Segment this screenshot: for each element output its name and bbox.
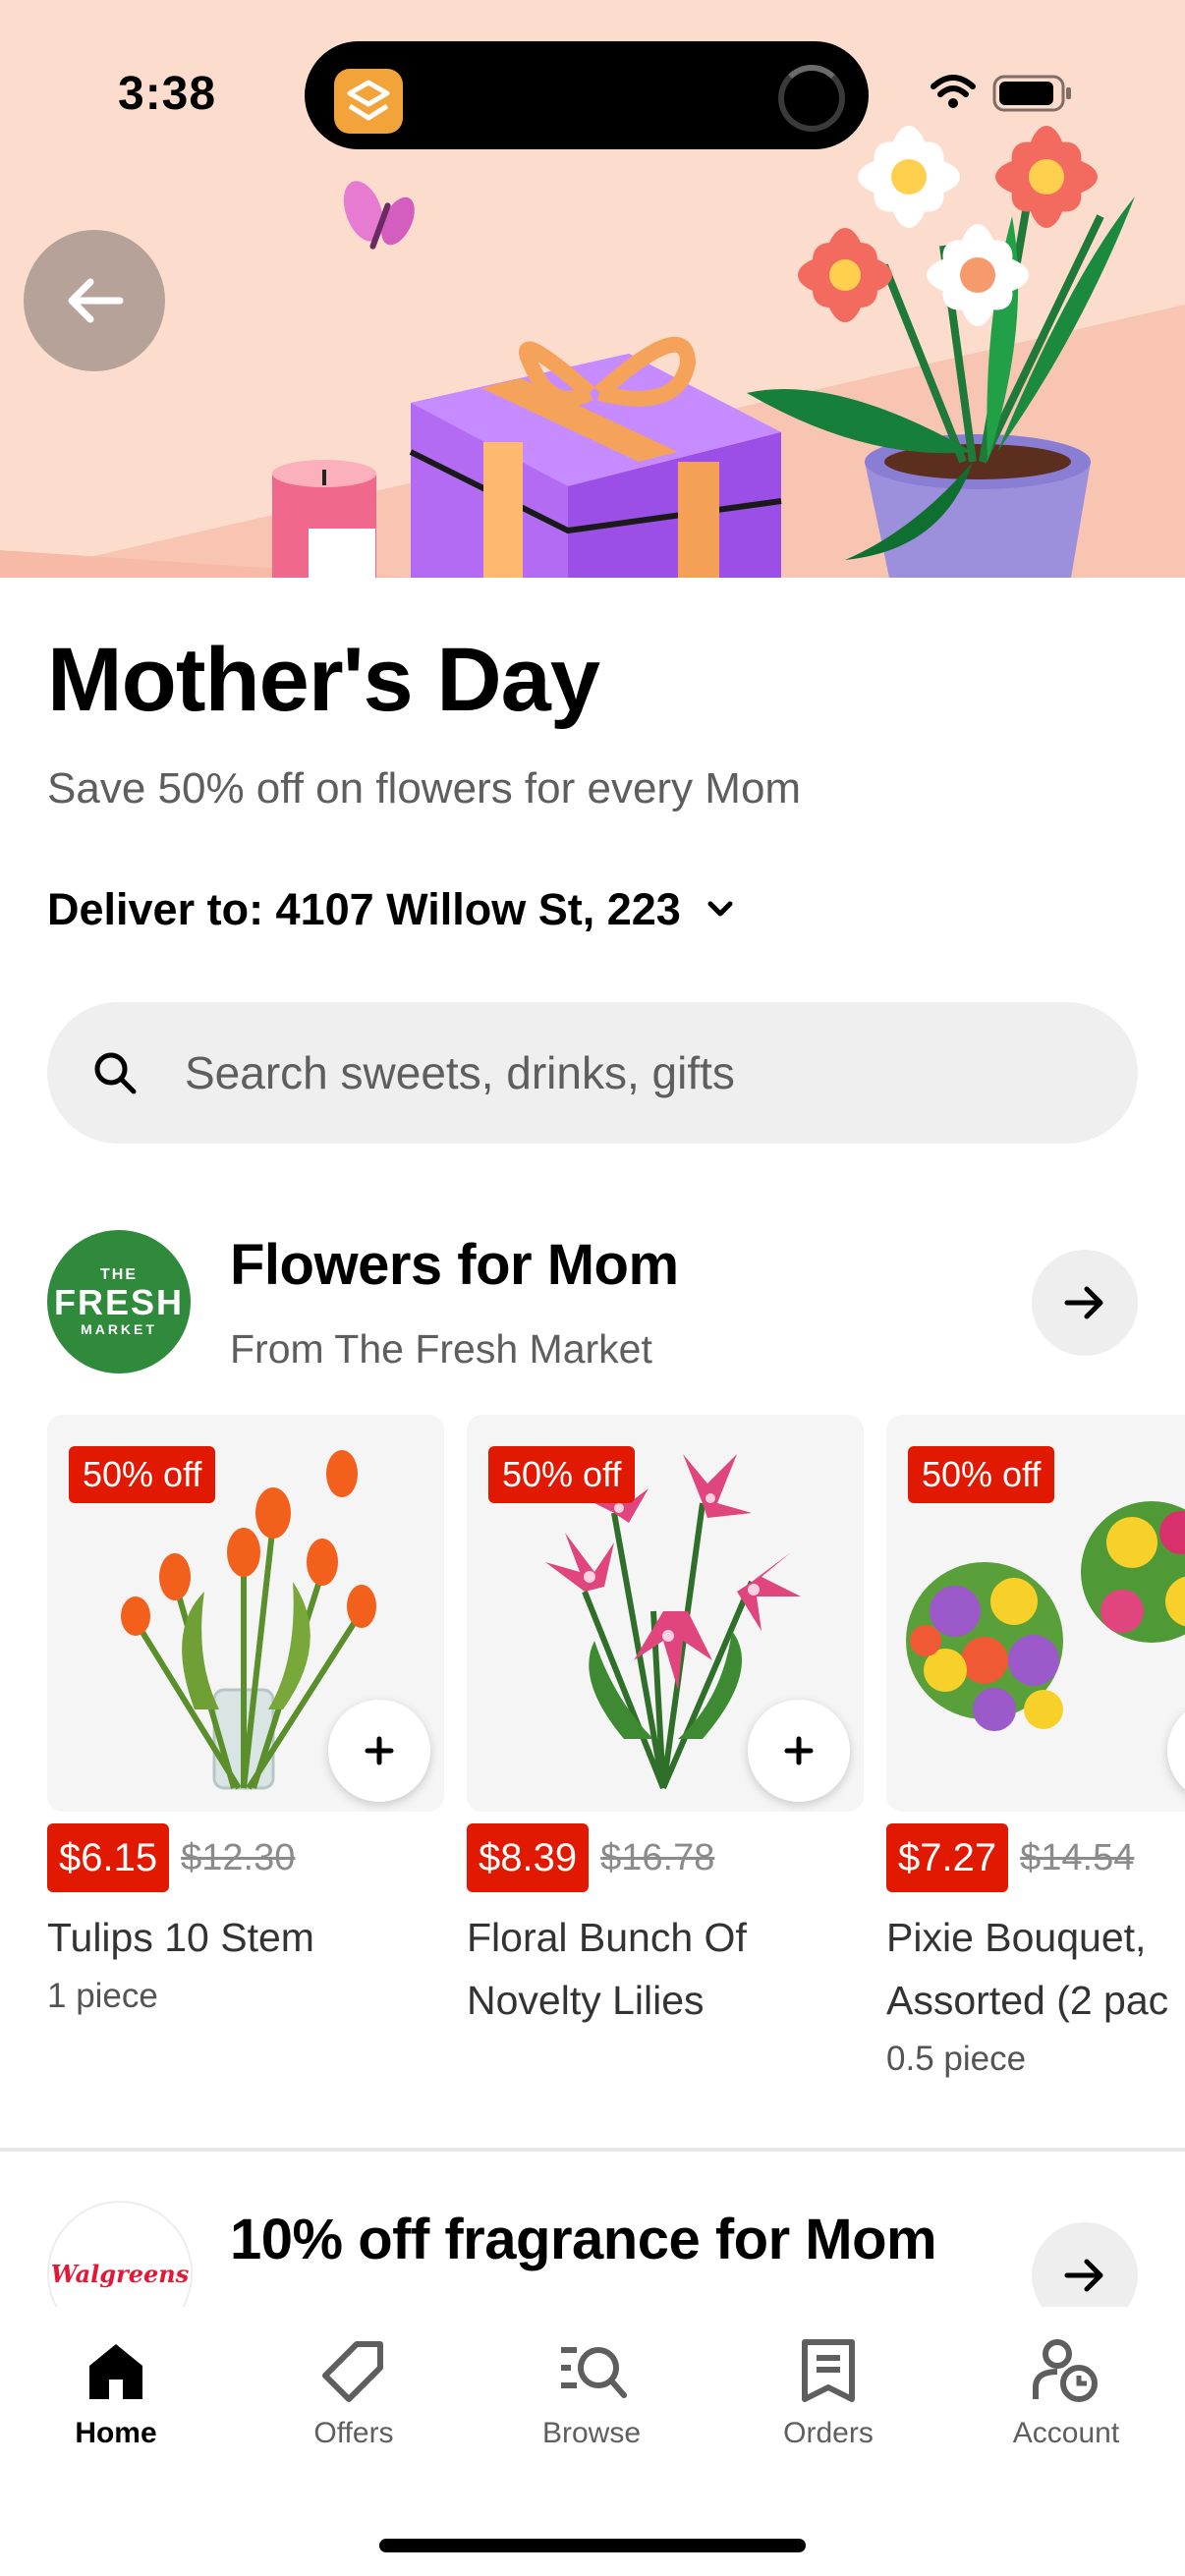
tab-label: Offers — [313, 2417, 394, 2449]
product-quantity: 0.5 piece — [886, 2040, 1027, 2078]
discount-badge: 50% off — [908, 1446, 1055, 1503]
product-card[interactable]: 50% off $7.27 $14.54 Pixie Bouquet, Asso… — [886, 1415, 1185, 2079]
fresh-market-logo[interactable]: THE FRESH MARKET — [47, 1230, 191, 1373]
product-card[interactable]: 50% off $8.39 $16.78 Floral Bunch Of Nov… — [467, 1415, 864, 2032]
chevron-down-icon — [706, 900, 734, 920]
section-divider — [0, 2148, 1185, 2152]
price-row: $7.27 $14.54 — [886, 1823, 1185, 1892]
mothers-day-illustration — [272, 126, 1135, 578]
logo-text-fresh: FRESH — [53, 1282, 184, 1322]
account-icon — [1032, 2328, 1100, 2413]
tab-label: Browse — [541, 2417, 642, 2449]
discount-badge: 50% off — [69, 1446, 216, 1503]
discount-badge: 50% off — [488, 1446, 636, 1503]
browse-icon — [555, 2328, 628, 2413]
tab-account[interactable]: Account — [968, 2328, 1164, 2450]
product-name: Tulips 10 Stem — [47, 1906, 444, 1969]
price-row: $6.15 $12.30 — [47, 1823, 444, 1892]
see-all-flowers-button[interactable] — [1032, 1250, 1138, 1356]
tab-offers[interactable]: Offers — [255, 2328, 452, 2450]
product-name: Pixie Bouquet, Assorted (2 pac — [886, 1906, 1185, 2032]
walgreens-logo-text: Walgreens — [50, 2259, 190, 2288]
original-price: $16.78 — [600, 1836, 715, 1878]
arrow-right-icon — [1064, 2259, 1103, 2292]
hero-banner: 3:38 — [0, 0, 1185, 578]
sale-price: $6.15 — [47, 1823, 170, 1892]
product-name-line1: Tulips 10 Stem — [47, 1915, 314, 1960]
product-image[interactable]: 50% off — [467, 1415, 864, 1812]
product-name-line2: Novelty Lilies — [467, 1978, 705, 2023]
gift-box-icon — [409, 336, 782, 578]
tab-label: Orders — [783, 2417, 874, 2449]
product-image[interactable]: 50% off — [47, 1415, 444, 1812]
section-subtitle: From The Fresh Market — [230, 1326, 652, 1372]
receipt-icon — [799, 2328, 858, 2413]
search-input[interactable]: Search sweets, drinks, gifts — [47, 1002, 1138, 1144]
arrow-left-icon — [68, 278, 124, 323]
product-image[interactable]: 50% off — [886, 1415, 1185, 1812]
product-name: Floral Bunch Of Novelty Lilies — [467, 1906, 864, 2032]
delivery-address: Deliver to: 4107 Willow St, 223 — [47, 884, 681, 934]
page-subtitle: Save 50% off on flowers for every Mom — [47, 764, 802, 812]
plus-icon — [784, 1736, 814, 1765]
flower-pot-icon — [747, 126, 1135, 578]
add-to-cart-button[interactable] — [748, 1700, 850, 1802]
home-indicator — [379, 2539, 806, 2552]
product-quantity: 1 piece — [47, 1977, 158, 2015]
arrow-right-icon — [1064, 1286, 1103, 1319]
bottom-tab-bar: Home Offers Browse Orders Account — [0, 2307, 1185, 2576]
butterfly-icon — [343, 181, 415, 250]
product-name-line1: Floral Bunch Of — [467, 1915, 747, 1960]
candle-icon — [272, 460, 376, 578]
logo-text-market: MARKET — [81, 1321, 157, 1337]
price-row: $8.39 $16.78 — [467, 1823, 864, 1892]
tab-label: Account — [1012, 2417, 1120, 2449]
back-button[interactable] — [24, 230, 165, 371]
sale-price: $7.27 — [886, 1823, 1009, 1892]
section-title[interactable]: 10% off fragrance for Mom — [230, 2207, 937, 2272]
product-name-line2: Assorted (2 pac — [886, 1978, 1169, 2023]
tab-browse[interactable]: Browse — [493, 2328, 690, 2450]
section-title[interactable]: Flowers for Mom — [230, 1232, 679, 1298]
add-to-cart-button[interactable] — [328, 1700, 430, 1802]
original-price: $14.54 — [1020, 1836, 1135, 1878]
tab-orders[interactable]: Orders — [730, 2328, 927, 2450]
sale-price: $8.39 — [467, 1823, 590, 1892]
home-icon — [84, 2328, 148, 2413]
product-name-line1: Pixie Bouquet, — [886, 1915, 1147, 1960]
tab-label: Home — [75, 2417, 157, 2449]
search-icon — [92, 1050, 138, 1095]
plus-icon — [365, 1736, 394, 1765]
product-card[interactable]: 50% off $6.15 $12.30 Tulips 10 Stem 1 pi… — [47, 1415, 444, 2016]
delivery-address-selector[interactable]: Deliver to: 4107 Willow St, 223 — [47, 884, 734, 935]
original-price: $12.30 — [181, 1836, 296, 1878]
tag-icon — [321, 2328, 386, 2413]
page-title: Mother's Day — [47, 630, 600, 730]
tab-home[interactable]: Home — [18, 2328, 214, 2450]
search-placeholder: Search sweets, drinks, gifts — [185, 1047, 735, 1098]
